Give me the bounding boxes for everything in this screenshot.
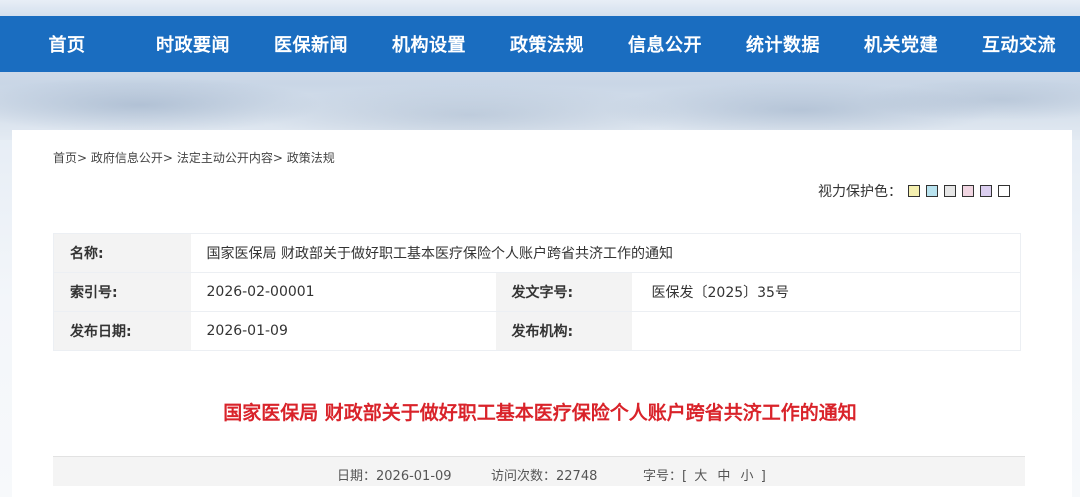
nav-item-insurance-news[interactable]: 医保新闻	[252, 31, 370, 57]
nav-item-policy[interactable]: 政策法规	[488, 31, 606, 57]
eye-care-swatch-purple[interactable]	[980, 185, 992, 197]
breadcrumb-active-content[interactable]: 法定主动公开内容	[177, 151, 273, 165]
meta-date-value: 2026-01-09	[190, 311, 496, 351]
nav-item-statistics[interactable]: 统计数据	[724, 31, 842, 57]
meta-index-value: 2026-02-00001	[190, 272, 496, 312]
meta-index-label: 索引号:	[53, 272, 191, 312]
eye-care-swatch-yellow[interactable]	[908, 185, 920, 197]
meta-name-value: 国家医保局 财政部关于做好职工基本医疗保险个人账户跨省共济工作的通知	[190, 233, 1021, 273]
font-size-bracket-open: [	[682, 469, 688, 484]
top-strip	[0, 0, 1080, 16]
eye-care-swatch-white[interactable]	[998, 185, 1010, 197]
nav-item-party[interactable]: 机关党建	[842, 31, 960, 57]
meta-row-date: 发布日期: 2026-01-09 发布机构:	[53, 311, 1021, 351]
meta-docno-label: 发文字号:	[495, 272, 632, 312]
nav-item-news[interactable]: 时政要闻	[134, 31, 252, 57]
info-visits-label: 访问次数：	[491, 469, 557, 484]
font-size-bracket-close: ]	[760, 469, 766, 484]
breadcrumb-separator: >	[162, 151, 173, 165]
eye-care-label: 视力保护色：	[818, 184, 902, 200]
meta-org-label: 发布机构:	[495, 311, 632, 351]
font-size-medium-button[interactable]: 中	[717, 469, 730, 484]
document-title: 国家医保局 财政部关于做好职工基本医疗保险个人账户跨省共济工作的通知	[223, 402, 857, 424]
font-size-large-button[interactable]: 大	[694, 469, 707, 484]
nav-item-organization[interactable]: 机构设置	[370, 31, 488, 57]
eye-care-selector: 视力保护色：	[818, 181, 1010, 201]
document-info-bar: 日期：2026-01-09 访问次数：22748 字号：[ 大 中 小 ]	[53, 456, 1025, 486]
breadcrumb-policy[interactable]: 政策法规	[287, 151, 335, 165]
meta-date-label: 发布日期:	[53, 311, 191, 351]
meta-org-value	[631, 311, 1021, 351]
info-date-label: 日期：	[337, 469, 377, 484]
info-date-value: 2026-01-09	[376, 469, 452, 484]
eye-care-swatch-pink[interactable]	[962, 185, 974, 197]
nav-item-interaction[interactable]: 互动交流	[960, 31, 1078, 57]
font-size-label: 字号：	[643, 469, 683, 484]
breadcrumb-home[interactable]: 首页	[53, 151, 77, 165]
info-date: 日期：2026-01-09	[337, 465, 452, 484]
breadcrumb-separator: >	[77, 151, 88, 165]
info-visits: 访问次数：22748	[491, 465, 597, 484]
breadcrumb: 首页> 政府信息公开> 法定主动公开内容> 政策法规	[53, 149, 335, 166]
main-nav: 首页 时政要闻 医保新闻 机构设置 政策法规 信息公开 统计数据 机关党建 互动…	[0, 16, 1080, 72]
meta-name-label: 名称:	[53, 233, 191, 273]
meta-row-name: 名称: 国家医保局 财政部关于做好职工基本医疗保险个人账户跨省共济工作的通知	[53, 233, 1021, 273]
eye-care-swatch-blue[interactable]	[926, 185, 938, 197]
document-meta-table: 名称: 国家医保局 财政部关于做好职工基本医疗保险个人账户跨省共济工作的通知 索…	[53, 233, 1021, 351]
info-visits-value: 22748	[556, 469, 598, 484]
meta-docno-value: 医保发〔2025〕35号	[631, 272, 1021, 312]
breadcrumb-disclosure[interactable]: 政府信息公开	[91, 151, 163, 165]
eye-care-swatch-gray[interactable]	[944, 185, 956, 197]
nav-item-home[interactable]: 首页	[0, 31, 134, 57]
nav-item-disclosure[interactable]: 信息公开	[606, 31, 724, 57]
breadcrumb-separator: >	[272, 151, 283, 165]
meta-row-index: 索引号: 2026-02-00001 发文字号: 医保发〔2025〕35号	[53, 272, 1021, 312]
font-size-control: 字号：[ 大 中 小 ]	[643, 465, 766, 484]
font-size-small-button[interactable]: 小	[741, 469, 754, 484]
